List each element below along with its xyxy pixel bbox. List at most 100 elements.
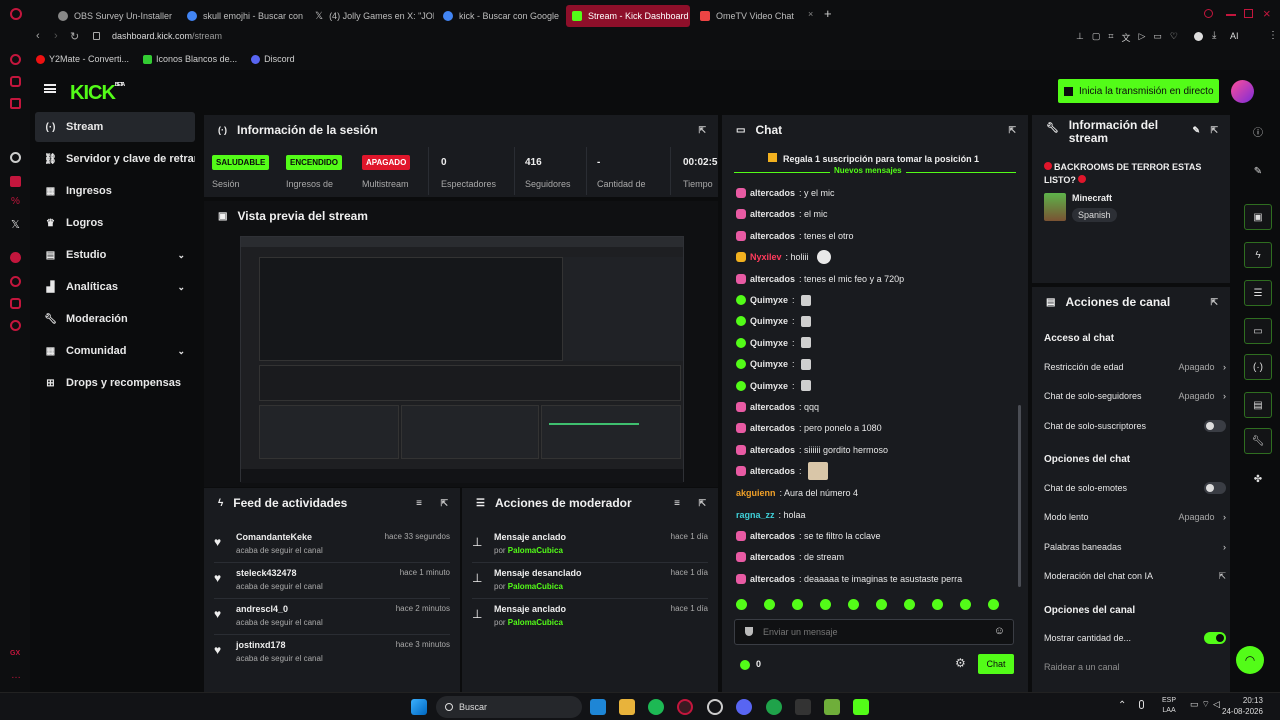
close-window-icon[interactable]: × xyxy=(1263,6,1271,21)
bookmark-y2mate[interactable]: Y2Mate - Converti... xyxy=(36,54,129,64)
emote-icon[interactable] xyxy=(904,599,915,610)
mod-name[interactable]: PalomaCubica xyxy=(508,618,563,627)
back-icon[interactable]: ‹ xyxy=(36,30,40,42)
x-rail-icon[interactable]: 𝕏 xyxy=(11,218,20,231)
opera-logo-icon[interactable] xyxy=(10,8,22,20)
music-icon[interactable] xyxy=(10,252,21,263)
sidebar-item-server-key[interactable]: ⛓ Servidor y clave de retransmisión xyxy=(35,144,195,174)
chatgpt-icon[interactable] xyxy=(10,152,21,163)
sub-promo-banner[interactable]: Regala 1 suscripción para tomar la posic… xyxy=(768,153,979,164)
emote-icon[interactable] xyxy=(764,599,775,610)
emote-icon[interactable] xyxy=(736,599,747,610)
chat-username[interactable]: Nyxilev xyxy=(750,252,782,262)
emote-icon[interactable] xyxy=(932,599,943,610)
chat-username[interactable]: altercados xyxy=(750,402,795,412)
cube-icon[interactable] xyxy=(10,298,21,309)
rail-preview-icon[interactable]: ▣ xyxy=(1244,204,1272,230)
avatar[interactable] xyxy=(1231,80,1254,103)
chat-username[interactable]: Quimyxe xyxy=(750,295,788,305)
chat-username[interactable]: Quimyxe xyxy=(750,381,788,391)
follower-name[interactable]: ComandanteKeke xyxy=(236,532,312,542)
emote-icon[interactable] xyxy=(988,599,999,610)
emote-icon[interactable] xyxy=(792,599,803,610)
aria-icon[interactable] xyxy=(10,54,21,65)
search-tabs-icon[interactable] xyxy=(1204,9,1213,18)
file-explorer-icon[interactable] xyxy=(619,699,635,715)
popout-icon[interactable]: ⇱ xyxy=(698,125,706,136)
sidebar-item-drops[interactable]: ⊞ Drops y recompensas xyxy=(35,368,195,398)
rail-channel-icon[interactable]: ▤ xyxy=(1244,392,1272,418)
chat-username[interactable]: ragna_zz xyxy=(736,510,775,520)
sidebar-item-income[interactable]: ▦ Ingresos xyxy=(35,176,195,206)
ai-moderation-row[interactable]: Moderación del chat con IA ⇱ xyxy=(1044,566,1226,586)
mod-name[interactable]: PalomaCubica xyxy=(508,546,563,555)
bookmark-icon[interactable]: ⌗ xyxy=(1108,31,1113,44)
show-count-toggle[interactable] xyxy=(1204,632,1226,644)
sidebar-item-studio[interactable]: ▤ Estudio ⌄ xyxy=(35,240,195,270)
chat-username[interactable]: altercados xyxy=(750,552,795,562)
screenshot-icon[interactable]: ▢ xyxy=(1092,31,1101,44)
chat-input[interactable] xyxy=(763,624,983,640)
discord-icon[interactable] xyxy=(736,699,752,715)
opera-gx-icon[interactable] xyxy=(677,699,693,715)
send-icon[interactable]: ▷ xyxy=(1138,31,1145,44)
popout-icon[interactable]: ⇱ xyxy=(1008,125,1016,136)
chat-scrollbar[interactable] xyxy=(1018,405,1021,587)
rail-list-icon[interactable]: ☰ xyxy=(1244,280,1272,306)
tab-obs[interactable]: OBS Survey Un-Installer xyxy=(52,5,177,27)
edit-icon[interactable]: ✎ xyxy=(1192,125,1200,136)
chat-username[interactable]: akguienn xyxy=(736,488,776,498)
emoji-icon[interactable]: ☺ xyxy=(994,625,1005,637)
obs-icon[interactable] xyxy=(707,699,723,715)
gx-icon[interactable]: GX xyxy=(10,650,20,657)
follower-name[interactable]: steleck432478 xyxy=(236,568,297,578)
download-icon[interactable]: ⤓ xyxy=(1212,30,1216,41)
app-dark-icon[interactable] xyxy=(795,699,811,715)
followers-only-row[interactable]: Chat de solo-seguidores Apagado › xyxy=(1044,386,1226,406)
subs-only-toggle[interactable] xyxy=(1204,420,1226,432)
url-field[interactable]: dashboard.kick.com/stream xyxy=(112,31,222,41)
emote-icon[interactable] xyxy=(820,599,831,610)
chat-username[interactable]: altercados xyxy=(750,274,795,284)
minimize-icon[interactable] xyxy=(1226,14,1236,16)
popout-icon[interactable]: ⇱ xyxy=(1210,297,1218,308)
percent-icon[interactable]: % xyxy=(11,196,20,207)
chat-username[interactable]: Quimyxe xyxy=(750,359,788,369)
chat-username[interactable]: altercados xyxy=(750,423,795,433)
emotes-only-toggle[interactable] xyxy=(1204,482,1226,494)
tab-x[interactable]: 𝕏 (4) Jolly Games en X: "JOL xyxy=(309,5,434,27)
forward-icon[interactable]: › xyxy=(54,30,58,42)
menu-icon[interactable]: ⋮ xyxy=(1268,30,1278,41)
sidebar-item-community[interactable]: ▦ Comunidad ⌄ xyxy=(35,336,195,366)
reload-icon[interactable]: ↻ xyxy=(70,30,79,43)
kick-coin-icon[interactable] xyxy=(740,660,750,670)
close-tab-icon[interactable]: × xyxy=(808,9,813,19)
minecraft-icon[interactable] xyxy=(824,699,840,715)
taskbar-search[interactable]: Buscar xyxy=(436,696,582,718)
settings-icon[interactable] xyxy=(10,320,21,331)
tray-icons[interactable]: ▭⌔◁ xyxy=(1190,699,1223,710)
support-button[interactable]: ◠ xyxy=(1236,646,1264,674)
twitch-icon[interactable] xyxy=(10,176,21,187)
kick-logo[interactable]: KICKBETA xyxy=(70,82,125,105)
maximize-icon[interactable] xyxy=(1244,9,1253,18)
sidebar-item-moderation[interactable]: 🔧︎ Moderación xyxy=(35,304,195,334)
sidebar-item-analytics[interactable]: ▟ Analíticas ⌄ xyxy=(35,272,195,302)
chat-username[interactable]: Quimyxe xyxy=(750,338,788,348)
chat-settings-icon[interactable]: ⚙ xyxy=(955,656,966,670)
clock[interactable]: 20:13 24-08-2026 xyxy=(1222,695,1263,717)
go-live-button[interactable]: Inicia la transmisión en directo xyxy=(1058,79,1219,103)
rail-wrench-icon[interactable]: 🔧︎ xyxy=(1244,428,1272,454)
age-restriction-row[interactable]: Restricción de edad Apagado › xyxy=(1044,357,1226,377)
mod-name[interactable]: PalomaCubica xyxy=(508,582,563,591)
emote-icon[interactable] xyxy=(960,599,971,610)
sidebar-item-achievements[interactable]: ♛ Logros xyxy=(35,208,195,238)
pencil-icon[interactable]: ✎ xyxy=(1244,158,1272,184)
rail-stream-icon[interactable]: (·) xyxy=(1244,354,1272,380)
profile-icon[interactable] xyxy=(1194,32,1203,41)
new-tab-icon[interactable]: + xyxy=(824,6,832,21)
info-icon[interactable]: ⓘ xyxy=(1244,118,1272,144)
bookmark-discord[interactable]: Discord xyxy=(251,54,295,64)
tab-kick-dashboard[interactable]: Stream - Kick Dashboard xyxy=(566,5,690,27)
follower-name[interactable]: andrescl4_0 xyxy=(236,604,288,614)
